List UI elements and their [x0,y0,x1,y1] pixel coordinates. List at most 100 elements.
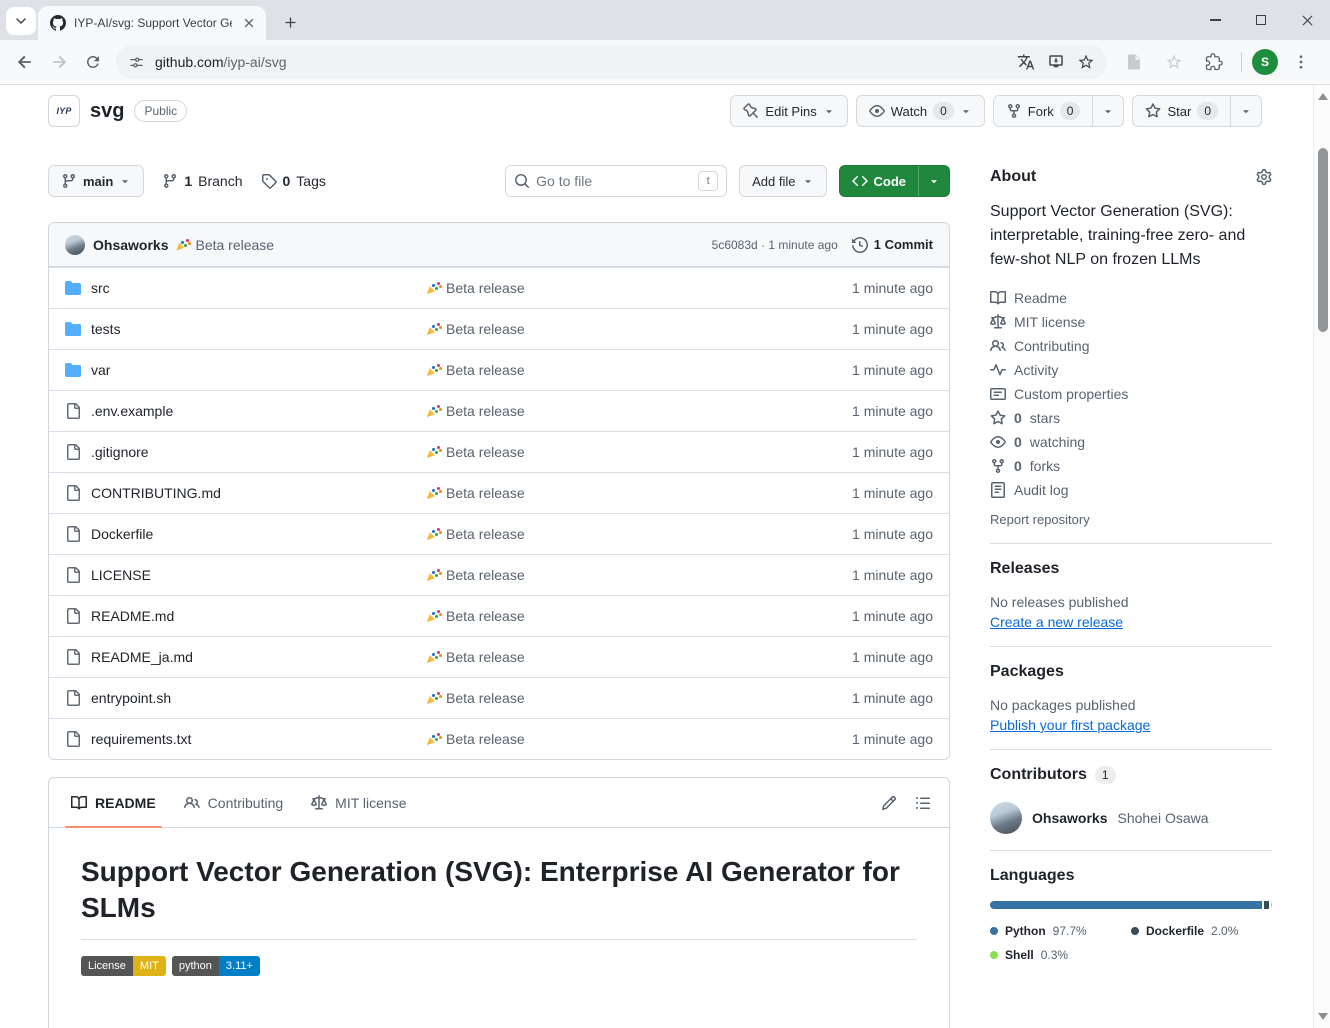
extensions-button[interactable] [1197,45,1231,79]
commit-author-link[interactable]: Ohsaworks [93,237,168,253]
outline-list-icon[interactable] [915,795,931,811]
bookmark-button[interactable] [1071,47,1101,77]
file-row[interactable]: src Beta release 1 minute ago [49,267,949,308]
row-commit-message-link[interactable]: Beta release [446,280,525,296]
file-name-link[interactable]: .env.example [91,403,173,419]
file-name-link[interactable]: tests [91,321,121,337]
languages-bar[interactable] [990,901,1272,909]
window-maximize-button[interactable] [1238,0,1284,40]
scroll-up-arrow[interactable] [1318,93,1328,100]
file-row[interactable]: requirements.txt Beta release 1 minute a… [49,718,949,759]
fork-button[interactable]: Fork0 [993,95,1125,127]
file-name-link[interactable]: requirements.txt [91,731,191,747]
browser-profile-avatar[interactable]: S [1252,49,1278,75]
side-panel-button[interactable] [1117,45,1151,79]
row-commit-message-link[interactable]: Beta release [446,403,525,419]
edit-pencil-icon[interactable] [881,795,897,811]
row-commit-message-link[interactable]: Beta release [446,731,525,747]
go-to-file-field[interactable] [536,173,692,189]
file-row[interactable]: tests Beta release 1 minute ago [49,308,949,349]
create-release-link[interactable]: Create a new release [990,614,1123,630]
about-link[interactable]: 0 stars [990,406,1272,430]
browser-menu-button[interactable] [1284,45,1318,79]
about-link[interactable]: MIT license [990,310,1272,334]
about-link[interactable]: Activity [990,358,1272,382]
file-name-link[interactable]: README_ja.md [91,649,193,665]
commit-author-avatar[interactable] [65,235,85,255]
contributor-username[interactable]: Ohsaworks [1032,810,1107,826]
scrollbar-thumb[interactable] [1318,148,1328,332]
about-link[interactable]: Contributing [990,334,1272,358]
star-dropdown[interactable] [1231,96,1261,126]
releases-heading[interactable]: Releases [990,560,1059,577]
file-name-link[interactable]: var [91,362,110,378]
file-row[interactable]: README_ja.md Beta release 1 minute ago [49,636,949,677]
watch-button[interactable]: Watch0 [856,95,985,127]
org-avatar[interactable]: IYP [48,95,80,127]
file-row[interactable]: .gitignore Beta release 1 minute ago [49,431,949,472]
install-app-button[interactable] [1041,47,1071,77]
file-name-link[interactable]: entrypoint.sh [91,690,171,706]
code-dropdown[interactable] [919,166,949,196]
file-row[interactable]: Dockerfile Beta release 1 minute ago [49,513,949,554]
tags-link[interactable]: 0Tags [261,173,326,189]
report-repository-link[interactable]: Report repository [990,512,1272,527]
row-commit-message-link[interactable]: Beta release [446,567,525,583]
row-commit-message-link[interactable]: Beta release [446,485,525,501]
tab-close-button[interactable] [240,14,258,32]
contributor-avatar[interactable] [990,802,1022,834]
file-name-link[interactable]: LICENSE [91,567,151,583]
add-file-button[interactable]: Add file [739,165,826,197]
star-button[interactable]: Star0 [1132,95,1262,127]
row-commit-message-link[interactable]: Beta release [446,526,525,542]
url-text[interactable]: github.com/iyp-ai/svg [155,54,1011,70]
contributors-heading[interactable]: Contributors [990,766,1087,784]
tab-search-button[interactable] [6,7,36,35]
site-info-icon[interactable] [128,54,145,71]
shield-badge[interactable]: License MIT [81,956,166,976]
about-link[interactable]: 0 watching [990,430,1272,454]
contributor-row[interactable]: Ohsaworks Shohei Osawa [990,802,1272,834]
file-name-link[interactable]: .gitignore [91,444,149,460]
commit-history-link[interactable]: 1 Commit [852,237,933,253]
translate-button[interactable] [1011,47,1041,77]
tab-contributing[interactable]: Contributing [170,778,298,827]
file-row[interactable]: .env.example Beta release 1 minute ago [49,390,949,431]
fork-dropdown[interactable] [1093,96,1123,126]
row-commit-message-link[interactable]: Beta release [446,362,525,378]
file-row[interactable]: LICENSE Beta release 1 minute ago [49,554,949,595]
new-tab-button[interactable] [278,10,302,34]
file-row[interactable]: CONTRIBUTING.md Beta release 1 minute ag… [49,472,949,513]
row-commit-message-link[interactable]: Beta release [446,690,525,706]
packages-heading[interactable]: Packages [990,663,1064,680]
publish-package-link[interactable]: Publish your first package [990,717,1150,733]
back-button[interactable] [8,45,42,79]
file-name-link[interactable]: src [91,280,110,296]
about-link[interactable]: Audit log [990,478,1272,502]
scroll-down-arrow[interactable] [1318,1013,1328,1020]
go-to-file-input[interactable]: t [505,165,727,197]
file-row[interactable]: entrypoint.sh Beta release 1 minute ago [49,677,949,718]
tab-mit-license[interactable]: MIT license [297,778,420,827]
address-bar[interactable]: github.com/iyp-ai/svg [116,45,1107,79]
browser-tab[interactable]: IYP-AI/svg: Support Vector Gen [38,6,266,40]
shield-badge[interactable]: python 3.11+ [172,956,260,976]
edit-pins-button[interactable]: Edit Pins [730,95,847,127]
row-commit-message-link[interactable]: Beta release [446,608,525,624]
file-row[interactable]: var Beta release 1 minute ago [49,349,949,390]
file-name-link[interactable]: Dockerfile [91,526,153,542]
gear-icon[interactable] [1256,169,1272,185]
row-commit-message-link[interactable]: Beta release [446,649,525,665]
window-minimize-button[interactable] [1192,0,1238,40]
repo-name[interactable]: svg [90,100,124,123]
commit-sha[interactable]: 5c6083d [712,238,758,252]
row-commit-message-link[interactable]: Beta release [446,321,525,337]
window-close-button[interactable] [1284,0,1330,40]
forward-button[interactable] [42,45,76,79]
branch-select-button[interactable]: main [48,165,144,197]
about-link[interactable]: Custom properties [990,382,1272,406]
code-button[interactable]: Code [839,165,951,197]
reload-button[interactable] [76,45,110,79]
file-row[interactable]: README.md Beta release 1 minute ago [49,595,949,636]
tab-readme[interactable]: README [57,778,170,827]
